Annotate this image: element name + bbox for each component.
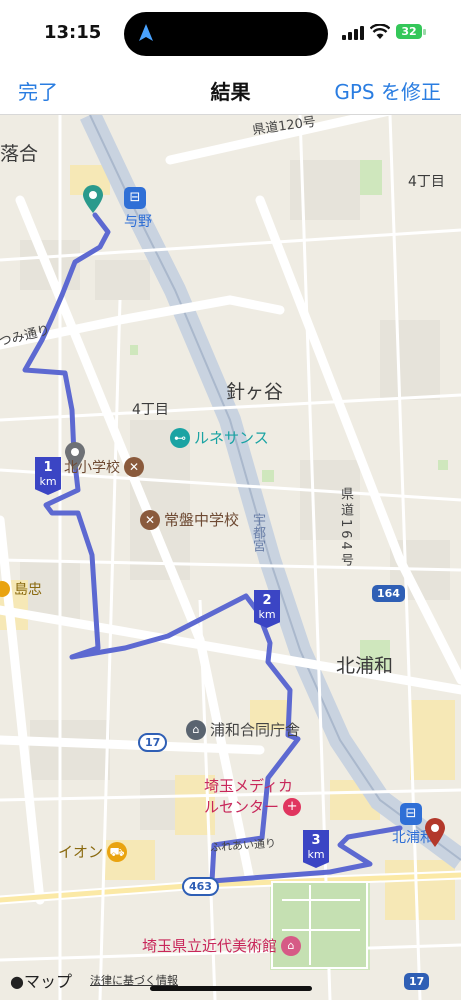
- route-shield-17-mid: 17: [138, 733, 168, 752]
- poi-saitama-medical-center[interactable]: 埼玉メディカ ルセンター +: [204, 775, 302, 817]
- road-label-pref164: 県道164号: [338, 487, 353, 569]
- status-time: 13:15: [44, 22, 102, 43]
- poi-label: 北小学校: [64, 460, 120, 476]
- maps-brand-label: マップ: [23, 972, 72, 991]
- poi-label: ルセンター: [204, 798, 280, 816]
- home-indicator[interactable]: [150, 986, 312, 991]
- wifi-icon: [370, 24, 390, 39]
- poi-lunesance[interactable]: ⊷ ルネサンス: [170, 427, 269, 448]
- km-marker-2: 2 km: [254, 590, 280, 628]
- battery-cap: [423, 29, 426, 35]
- end-pin-icon: [425, 818, 445, 847]
- area-label-chome4-top: 4丁目: [408, 174, 445, 190]
- route-map[interactable]: 落合 4丁目 4丁目 針ヶ谷 北浦和 県道120号 つみ通り 県道164号 宇都…: [0, 115, 461, 1000]
- poi-label: ルネサンス: [194, 429, 269, 447]
- km-marker-number: 2: [262, 593, 272, 608]
- shopping-cart-icon: ⛟: [107, 841, 128, 862]
- poi-urawa-godo[interactable]: ⌂ 浦和合同庁舎: [186, 719, 300, 740]
- km-marker-1: 1 km: [35, 457, 61, 495]
- navigation-bar: 完了 結果 GPS を修正: [0, 64, 461, 115]
- train-icon: ⊟: [400, 803, 422, 825]
- route-shield-463: 463: [182, 877, 219, 896]
- cellular-signal-icon: [342, 26, 364, 40]
- apple-maps-brand: ●マップ: [10, 968, 72, 992]
- start-pin-icon: [83, 185, 103, 213]
- km-marker-3: 3 km: [303, 830, 329, 868]
- poi-label-row: ルセンター +: [204, 796, 302, 817]
- area-label-kitaurawa: 北浦和: [336, 655, 394, 677]
- km-marker-number: 3: [311, 833, 321, 848]
- poi-tokiwa-jr-high[interactable]: ✕ 常盤中学校: [140, 509, 239, 530]
- poi-label: 埼玉メディカ: [204, 777, 293, 795]
- area-label-ochiai: 落合: [0, 143, 39, 165]
- km-marker-number: 1: [43, 460, 53, 475]
- poi-label: 与野: [124, 214, 152, 230]
- map-base: [0, 115, 461, 1000]
- km-marker-unit: km: [307, 848, 325, 861]
- poi-museum[interactable]: 埼玉県立近代美術館 ⌂: [142, 935, 302, 956]
- route-shield-164: 164: [372, 585, 405, 602]
- poi-label: イオン: [58, 843, 104, 861]
- apple-logo-icon: ●: [10, 972, 24, 991]
- area-label-chome4-mid: 4丁目: [132, 402, 169, 418]
- poi-kita-elementary[interactable]: 北小学校 ✕: [64, 457, 144, 477]
- start-pin[interactable]: [82, 185, 104, 217]
- km-marker-unit: km: [39, 475, 57, 488]
- dumbbell-icon: ⊷: [170, 427, 190, 448]
- poi-label: 浦和合同庁舎: [210, 721, 301, 739]
- train-icon: ⊟: [124, 187, 146, 209]
- battery-indicator: 32: [396, 24, 422, 39]
- poi-aeon[interactable]: イオン ⛟: [58, 841, 128, 862]
- school-icon: ✕: [140, 509, 160, 530]
- location-arrow-icon: [139, 24, 153, 41]
- poi-shimatada[interactable]: 島忠: [0, 579, 42, 599]
- poi-label: 常盤中学校: [164, 511, 240, 529]
- museum-icon: ⌂: [281, 935, 302, 956]
- school-icon: ✕: [124, 457, 144, 477]
- poi-label: 埼玉県立近代美術館: [142, 937, 278, 955]
- status-bar: 13:15 32: [0, 0, 461, 64]
- map-footer: ●マップ 法律に基づく情報: [0, 968, 461, 1000]
- shop-icon: [0, 581, 10, 597]
- end-pin[interactable]: [424, 817, 446, 851]
- poi-yono-station[interactable]: ⊟ 与野: [124, 187, 152, 231]
- government-building-icon: ⌂: [186, 719, 206, 740]
- fix-gps-button[interactable]: GPS を修正: [334, 76, 441, 105]
- poi-label: 島忠: [14, 582, 42, 598]
- medical-cross-icon: +: [283, 797, 302, 816]
- km-marker-unit: km: [258, 608, 276, 621]
- road-label-utsunomiya: 宇都宮: [250, 513, 265, 552]
- dynamic-island: [124, 12, 328, 56]
- area-label-harigaya: 針ヶ谷: [226, 381, 284, 403]
